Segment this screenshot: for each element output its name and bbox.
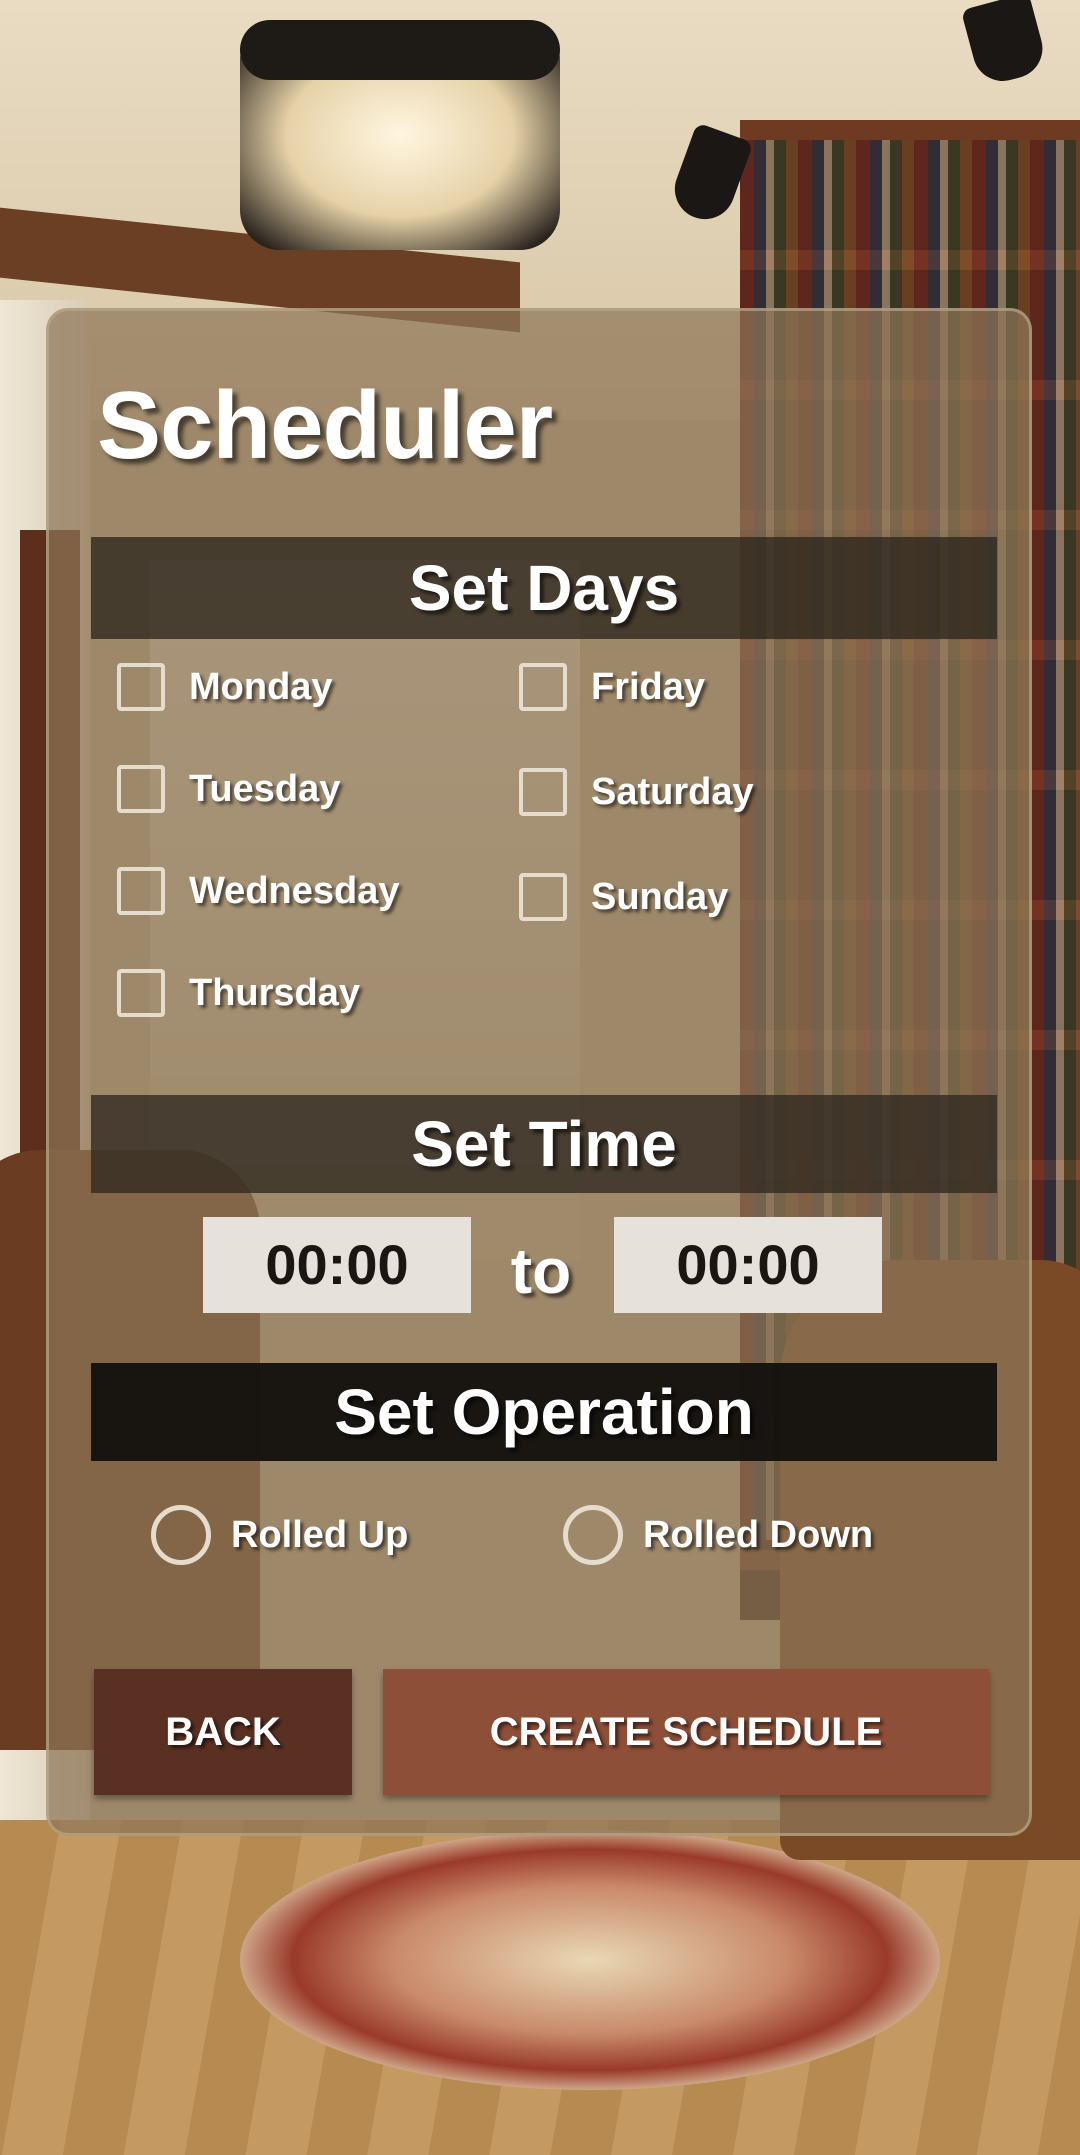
wednesday-checkbox[interactable] [117,867,165,915]
start-time-input[interactable]: 00:00 [203,1217,471,1313]
page-title: Scheduler [97,372,553,479]
friday-checkbox[interactable] [519,663,567,711]
rolled-up-label: Rolled Up [231,1513,409,1556]
day-option-friday[interactable]: Friday [519,663,705,711]
friday-label: Friday [591,665,706,708]
sunday-checkbox[interactable] [519,873,567,921]
scheduler-panel: Scheduler Set Days Monday Tuesday Wednes… [46,308,1032,1836]
rolled-up-radio[interactable] [151,1505,211,1565]
rolled-down-label: Rolled Down [643,1513,874,1556]
tuesday-checkbox[interactable] [117,765,165,813]
saturday-label: Saturday [591,770,754,813]
day-option-monday[interactable]: Monday [117,663,333,711]
back-button[interactable]: BACK [94,1669,352,1795]
day-option-wednesday[interactable]: Wednesday [117,867,399,915]
tuesday-label: Tuesday [189,767,341,810]
monday-label: Monday [189,665,333,708]
set-operation-header: Set Operation [91,1363,997,1461]
monday-checkbox[interactable] [117,663,165,711]
thursday-label: Thursday [189,971,361,1014]
set-time-header: Set Time [91,1095,997,1193]
day-option-sunday[interactable]: Sunday [519,873,728,921]
rolled-down-radio[interactable] [563,1505,623,1565]
time-separator: to [510,1235,572,1307]
thursday-checkbox[interactable] [117,969,165,1017]
day-option-tuesday[interactable]: Tuesday [117,765,340,813]
saturday-checkbox[interactable] [519,768,567,816]
day-option-saturday[interactable]: Saturday [519,768,754,816]
day-option-thursday[interactable]: Thursday [117,969,360,1017]
sunday-label: Sunday [591,875,729,918]
wednesday-label: Wednesday [189,869,400,912]
end-time-input[interactable]: 00:00 [614,1217,882,1313]
operation-option-rolled-up[interactable]: Rolled Up [151,1505,408,1565]
create-schedule-button[interactable]: CREATE SCHEDULE [383,1669,989,1795]
set-days-header: Set Days [91,537,997,639]
operation-option-rolled-down[interactable]: Rolled Down [563,1505,873,1565]
